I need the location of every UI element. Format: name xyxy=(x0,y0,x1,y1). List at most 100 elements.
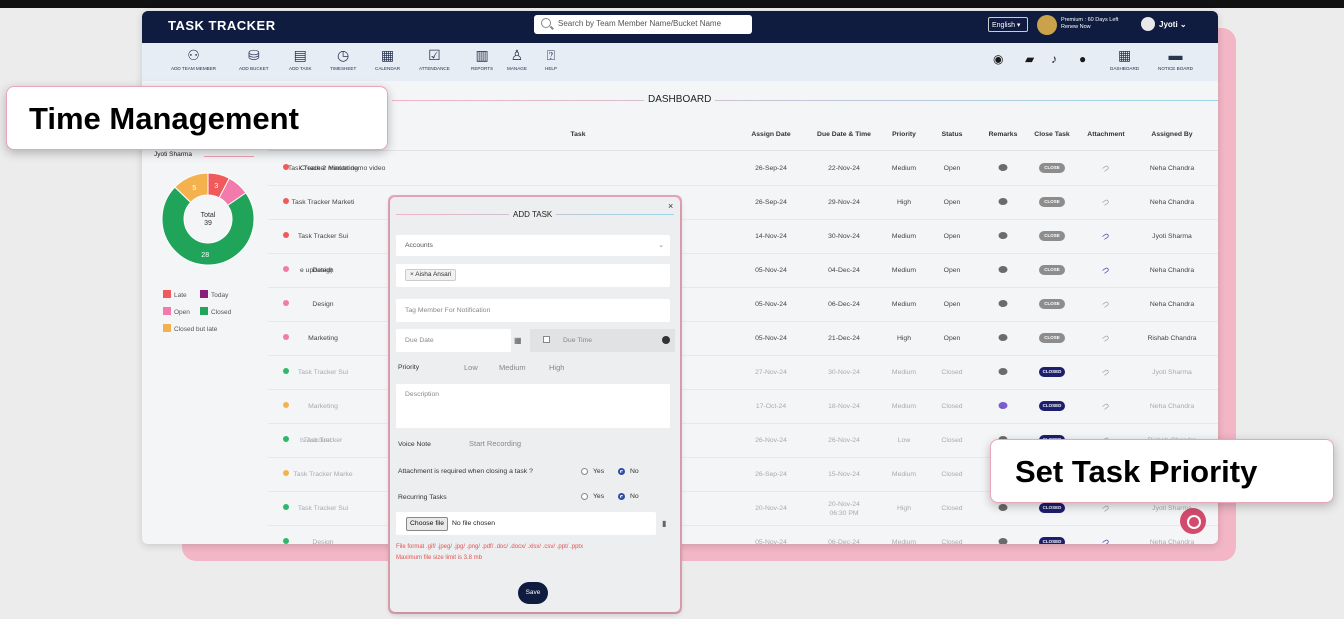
remarks-chat-icon[interactable] xyxy=(998,300,1008,307)
row-task[interactable]: e updated) xyxy=(300,267,333,274)
priority-high[interactable]: High xyxy=(549,363,564,372)
toolbar-manage[interactable]: ♙ MANAGE xyxy=(507,47,527,71)
toolbar-add-bucket[interactable]: ⛁ ADD BUCKET xyxy=(239,47,269,71)
row-assigned-by: Neha Chandra xyxy=(1149,199,1195,206)
remarks-chat-icon[interactable] xyxy=(998,232,1008,239)
save-button[interactable]: Save xyxy=(518,582,548,604)
user-menu[interactable]: Jyoti ⌄ xyxy=(1159,20,1187,29)
premium-renew-link[interactable]: Renew Now xyxy=(1061,24,1123,31)
col-attachment[interactable]: Attachment xyxy=(1087,131,1124,138)
col-assigned-by[interactable]: Assigned By xyxy=(1151,131,1192,138)
priority-medium[interactable]: Medium xyxy=(499,363,526,372)
attachment-no-radio[interactable] xyxy=(618,468,625,475)
paperclip-icon[interactable]: ⊃ xyxy=(1100,366,1112,379)
close-task-button[interactable]: CLOSED xyxy=(1039,503,1065,513)
language-select[interactable]: English ▾ xyxy=(988,17,1028,32)
table-row[interactable]: Task Tracker Marketing Create 2 minute de… xyxy=(268,152,1218,186)
callout-text: Time Management xyxy=(29,101,299,136)
table-header: Task Assign Date Due Date & Time Priorit… xyxy=(268,119,1218,151)
toolbar-help[interactable]: ⍰ HELP xyxy=(545,47,557,71)
row-assigned-by: Jyoti Sharma xyxy=(1152,369,1192,376)
close-task-button[interactable]: CLOSE xyxy=(1039,163,1065,173)
col-remarks[interactable]: Remarks xyxy=(989,131,1018,138)
row-assigned-by: Neha Chandra xyxy=(1149,301,1195,308)
remarks-chat-icon[interactable] xyxy=(998,368,1008,375)
tag-member-input[interactable]: Tag Member For Notification xyxy=(396,299,670,322)
row-task[interactable]: Create 2 minute demo video xyxy=(300,165,385,172)
status-dot xyxy=(283,470,289,476)
col-assign-date[interactable]: Assign Date xyxy=(751,131,790,138)
paperclip-icon[interactable]: ⊃ xyxy=(1100,400,1112,413)
toolbar-add-team-member[interactable]: ⚇ ADD TEAM MEMBER xyxy=(171,47,216,71)
remarks-chat-icon[interactable] xyxy=(998,164,1008,171)
toolbar-reports[interactable]: ▥ REPORTS xyxy=(471,47,493,71)
paperclip-icon[interactable]: ⊃ xyxy=(1100,298,1112,311)
remarks-chat-icon[interactable] xyxy=(998,538,1008,544)
remarks-chat-icon[interactable] xyxy=(998,402,1008,409)
assignee-chip[interactable]: × Aisha Ansari xyxy=(405,269,457,281)
chat-widget-button[interactable] xyxy=(1180,508,1206,534)
status-dot xyxy=(283,402,289,408)
donut-total-label: Total xyxy=(201,212,216,219)
clock-icon[interactable] xyxy=(662,336,670,344)
toolbar-add-task[interactable]: ▤ ADD TASK xyxy=(289,47,312,71)
close-icon[interactable]: × xyxy=(668,201,673,211)
due-time-checkbox[interactable] xyxy=(543,336,550,343)
toolbar-attendance[interactable]: ☑ ATTENDANCE xyxy=(419,47,450,71)
close-task-button[interactable]: CLOSED xyxy=(1039,367,1065,377)
col-task[interactable]: Task xyxy=(571,131,586,138)
recurring-no-label: No xyxy=(630,493,639,500)
choose-file-button[interactable]: Choose file xyxy=(406,517,449,531)
recurring-no-radio[interactable] xyxy=(618,493,625,500)
priority-low[interactable]: Low xyxy=(464,363,478,372)
due-date-input[interactable]: Due Date xyxy=(396,329,511,352)
eye-icon[interactable]: ◉ xyxy=(993,52,1003,66)
col-priority[interactable]: Priority xyxy=(892,131,916,138)
paperclip-icon[interactable]: ⊃ xyxy=(1100,196,1112,209)
close-task-button[interactable]: CLOSE xyxy=(1039,265,1065,275)
remarks-chat-icon[interactable] xyxy=(998,504,1008,511)
toolbar-dashboard[interactable]: ▦ DASHBOARD xyxy=(1110,47,1139,71)
recurring-yes-radio[interactable] xyxy=(581,493,588,500)
close-task-button[interactable]: CLOSE xyxy=(1039,231,1065,241)
search-input[interactable]: Search by Team Member Name/Bucket Name xyxy=(534,15,752,34)
timesheet-icon: ◷ xyxy=(337,47,350,63)
app-brand[interactable]: TASK TRACKER xyxy=(168,18,276,33)
remarks-chat-icon[interactable] xyxy=(998,266,1008,273)
user-avatar[interactable] xyxy=(1141,17,1155,31)
attachment-yes-radio[interactable] xyxy=(581,468,588,475)
toolbar-notice-board[interactable]: ▬ NOTICE BOARD xyxy=(1158,47,1193,71)
trash-icon[interactable]: ▮ xyxy=(662,519,666,528)
paperclip-icon[interactable]: ⊃ xyxy=(1100,264,1112,277)
user-name: Jyoti xyxy=(1159,20,1178,29)
paperclip-icon[interactable]: ⊃ xyxy=(1100,162,1112,175)
paperclip-icon[interactable]: ⊃ xyxy=(1100,230,1112,243)
close-task-button[interactable]: CLOSE xyxy=(1039,299,1065,309)
remarks-chat-icon[interactable] xyxy=(998,198,1008,205)
start-recording-button[interactable]: Start Recording xyxy=(469,439,521,448)
col-due-date[interactable]: Due Date & Time xyxy=(817,131,871,138)
col-status[interactable]: Status xyxy=(942,131,963,138)
premium-status[interactable]: Premium : 60 Days Left Renew Now xyxy=(1061,17,1123,31)
notification-bell-icon[interactable]: ♪ xyxy=(1051,52,1057,66)
paperclip-icon[interactable]: ⊃ xyxy=(1100,502,1112,515)
edit-icon[interactable]: ▰ xyxy=(1025,52,1034,66)
description-textarea[interactable]: Description xyxy=(396,384,670,428)
row-task[interactable]: ts Account xyxy=(300,437,331,444)
close-task-button[interactable]: CLOSE xyxy=(1039,333,1065,343)
paperclip-icon[interactable]: ⊃ xyxy=(1100,536,1112,544)
remarks-chat-icon[interactable] xyxy=(998,334,1008,341)
close-task-button[interactable]: CLOSED xyxy=(1039,537,1065,544)
close-task-button[interactable]: CLOSED xyxy=(1039,401,1065,411)
close-task-button[interactable]: CLOSE xyxy=(1039,197,1065,207)
task-donut-chart[interactable]: 3 28 5 Total 39 xyxy=(142,169,260,279)
attachment-yes-label: Yes xyxy=(593,468,605,475)
col-close-task[interactable]: Close Task xyxy=(1034,131,1069,138)
toolbar-label: TIMESHEET xyxy=(330,66,357,71)
calendar-icon[interactable]: ▦ xyxy=(514,336,522,345)
bucket-select[interactable]: Accounts ⌄ xyxy=(396,235,670,256)
video-icon[interactable]: ● xyxy=(1079,52,1086,66)
toolbar-timesheet[interactable]: ◷ TIMESHEET xyxy=(330,47,356,71)
toolbar-calendar[interactable]: ▦ CALENDAR xyxy=(375,47,400,71)
paperclip-icon[interactable]: ⊃ xyxy=(1100,332,1112,345)
